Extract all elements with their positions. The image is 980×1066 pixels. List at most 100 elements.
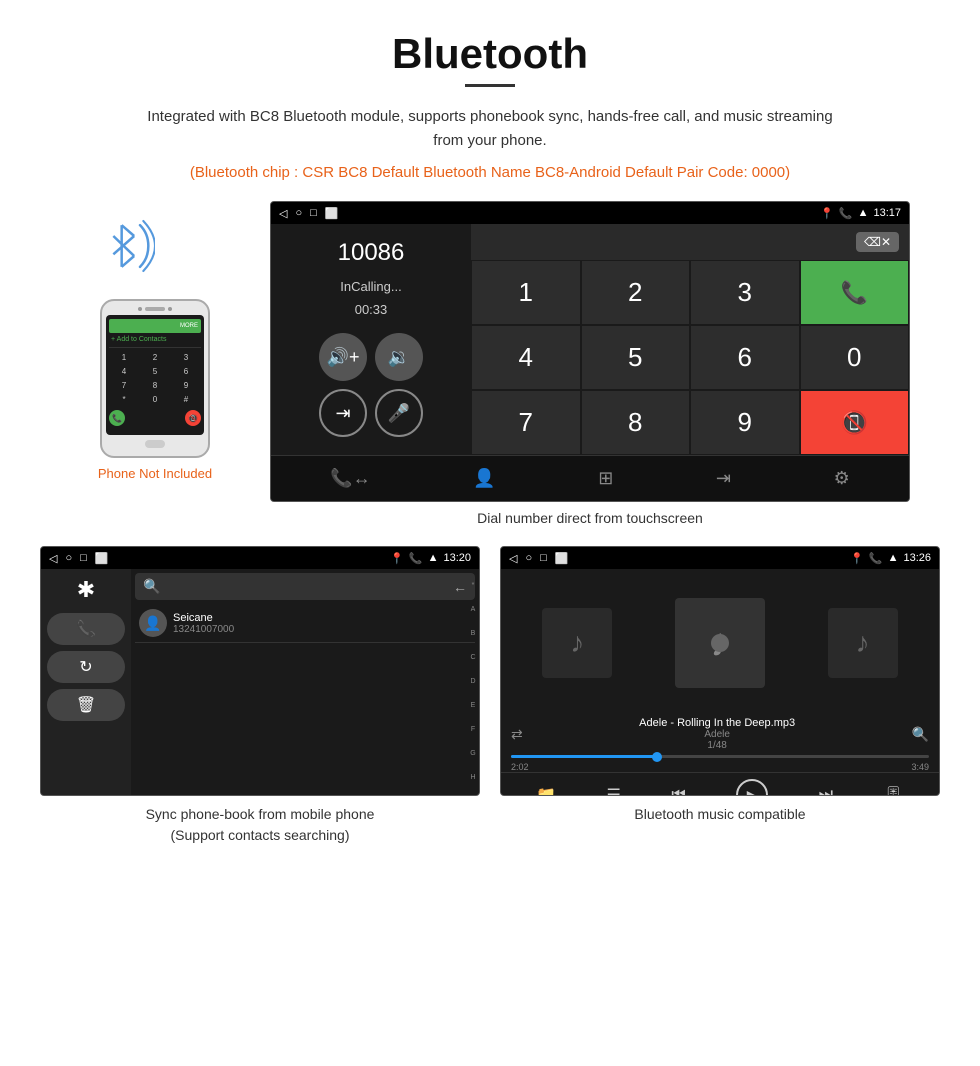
music-status-bar: ◁ ○ □ ⬜ 📍 📞 ▲ 13:26 <box>501 547 939 569</box>
music-album-left: ♪ <box>542 608 612 678</box>
vol-down-btn[interactable]: 🔉 <box>375 333 423 381</box>
mute-btn[interactable]: 🎤 <box>375 389 423 437</box>
music-time-current: 2:02 <box>511 762 529 772</box>
music-folder-icon[interactable]: 📁 <box>536 785 556 796</box>
cs-phone-btn[interactable]: 📞 <box>47 613 125 645</box>
music-progress-dot[interactable] <box>652 752 662 762</box>
music-title-row: ⇄ Adele - Rolling In the Deep.mp3 Adele … <box>511 717 929 751</box>
contacts-caption-line1: Sync phone-book from mobile phone <box>146 806 375 822</box>
page-container: Bluetooth Integrated with BC8 Bluetooth … <box>0 0 980 886</box>
alphabet-bar: * A B C D E F G H I <box>467 569 479 796</box>
call-end-btn[interactable]: 📵 <box>800 390 910 455</box>
contact-info: Seicane 13241007000 <box>173 612 471 635</box>
music-time: 13:26 <box>903 552 931 564</box>
nav-transfer-icon[interactable]: ⇥ <box>704 464 743 493</box>
bottom-section: ◁ ○ □ ⬜ 📍 📞 ▲ 13:20 ✱ <box>40 546 940 846</box>
music-status-left: ◁ ○ □ ⬜ <box>509 552 568 565</box>
key-0[interactable]: 0 <box>800 325 910 390</box>
music-prev-icon[interactable]: ⏮ <box>671 786 685 796</box>
key-7[interactable]: 7 <box>471 390 581 455</box>
search-back-icon[interactable]: ← <box>453 579 467 595</box>
dial-vol-row: 🔊+ 🔉 <box>319 333 423 381</box>
phone-end-btn: 📵 <box>185 410 201 426</box>
music-time-row: 2:02 3:49 <box>511 762 929 772</box>
transfer-btn[interactable]: ⇥ <box>319 389 367 437</box>
contacts-status-right: 📍 📞 ▲ 13:20 <box>390 552 471 565</box>
key-6[interactable]: 6 <box>690 325 800 390</box>
music-album-dot <box>711 634 729 652</box>
music-note-left: ♪ <box>570 627 584 659</box>
android-status-bar: ◁ ○ □ ⬜ 📍 📞 ▲ 13:17 <box>271 202 909 224</box>
key-4[interactable]: 4 <box>471 325 581 390</box>
page-highlight: (Bluetooth chip : CSR BC8 Default Blueto… <box>140 161 840 185</box>
phone-bar-text: MORE <box>180 323 198 329</box>
bluetooth-icon-svg <box>105 211 155 281</box>
status-right: 📍 📞 ▲ 13:17 <box>820 207 901 220</box>
music-info-section: ⇄ Adele - Rolling In the Deep.mp3 Adele … <box>501 717 939 772</box>
back-icon: ◁ <box>279 207 287 220</box>
dial-delete-btn[interactable]: ⌫✕ <box>856 232 899 252</box>
key-2[interactable]: 2 <box>581 260 691 325</box>
music-play-btn[interactable]: ▶ <box>736 779 768 796</box>
home-icon: ○ <box>295 207 302 219</box>
dial-content: 10086 InCalling... 00:33 🔊+ 🔉 ⇥ 🎤 <box>271 224 909 455</box>
c-call-icon: 📞 <box>409 552 423 565</box>
music-artist-name: Adele <box>639 729 795 740</box>
key-3[interactable]: 3 <box>690 260 800 325</box>
contact-row: 👤 Seicane 13241007000 <box>135 604 475 643</box>
c-recent-icon: □ <box>80 552 87 564</box>
dial-nav-bar: 📞↔ 👤 ⊞ ⇥ ⚙ <box>271 455 909 501</box>
m-back-icon: ◁ <box>509 552 517 565</box>
music-list-icon[interactable]: ☰ <box>607 785 621 796</box>
dial-left-panel: 10086 InCalling... 00:33 🔊+ 🔉 ⇥ 🎤 <box>271 224 471 455</box>
gps-icon: 📍 <box>820 207 834 220</box>
cs-sync-btn[interactable]: ↻ <box>47 651 125 683</box>
dial-number: 10086 <box>338 239 405 267</box>
nav-contacts-icon[interactable]: 👤 <box>461 464 507 493</box>
m-call-icon: 📞 <box>869 552 883 565</box>
nav-phone-icon[interactable]: 📞↔ <box>318 464 382 493</box>
vol-up-btn[interactable]: 🔊+ <box>319 333 367 381</box>
c-screenshot-icon: ⬜ <box>95 552 109 565</box>
c-gps-icon: 📍 <box>390 552 404 565</box>
dial-keypad: ⌫✕ 1 2 3 📞 4 5 6 0 7 8 <box>471 224 909 455</box>
phone-not-included: Phone Not Included <box>98 466 212 481</box>
page-description: Integrated with BC8 Bluetooth module, su… <box>140 105 840 153</box>
dial-caption: Dial number direct from touchscreen <box>270 510 910 526</box>
contacts-time: 13:20 <box>443 552 471 564</box>
search-music-icon[interactable]: 🔍 <box>912 726 929 743</box>
nav-dialpad-icon[interactable]: ⊞ <box>586 464 625 493</box>
phone-speaker <box>145 307 165 311</box>
cs-delete-btn[interactable]: 🗑 <box>47 689 125 721</box>
m-home-icon: ○ <box>525 552 532 564</box>
phone-home-btn <box>145 440 165 448</box>
key-1[interactable]: 1 <box>471 260 581 325</box>
key-9[interactable]: 9 <box>690 390 800 455</box>
music-album-center: ♪ <box>675 598 765 688</box>
key-8[interactable]: 8 <box>581 390 691 455</box>
music-next-icon[interactable]: ⏭ <box>819 786 833 796</box>
phone-dot2 <box>168 307 172 311</box>
music-eq-icon[interactable]: 🎚 <box>883 785 903 796</box>
title-underline <box>465 84 515 87</box>
phone-divider <box>109 347 201 348</box>
bt-sidebar-icon: ✱ <box>47 577 125 603</box>
key-5[interactable]: 5 <box>581 325 691 390</box>
contact-avatar: 👤 <box>139 609 167 637</box>
c-home-icon: ○ <box>65 552 72 564</box>
music-progress-fill <box>511 755 657 758</box>
call-accept-btn[interactable]: 📞 <box>800 260 910 325</box>
phone-bottom-btns: 📞 📵 <box>109 410 201 426</box>
nav-settings-icon[interactable]: ⚙ <box>822 464 862 493</box>
contacts-status-bar: ◁ ○ □ ⬜ 📍 📞 ▲ 13:20 <box>41 547 479 569</box>
c-wifi-icon: ▲ <box>428 552 439 564</box>
shuffle-icon[interactable]: ⇄ <box>511 726 523 743</box>
music-time-total: 3:49 <box>911 762 929 772</box>
music-album-right: ♪ <box>828 608 898 678</box>
music-controls: 📁 ☰ ⏮ ▶ ⏭ 🎚 <box>501 772 939 796</box>
page-title: Bluetooth <box>40 30 940 78</box>
contacts-main: 🔍 ← 👤 Seicane 13241007000 <box>131 569 479 647</box>
music-song-title: Adele - Rolling In the Deep.mp3 <box>639 717 795 729</box>
search-icon: 🔍 <box>143 578 160 595</box>
music-progress-bar <box>511 755 929 758</box>
